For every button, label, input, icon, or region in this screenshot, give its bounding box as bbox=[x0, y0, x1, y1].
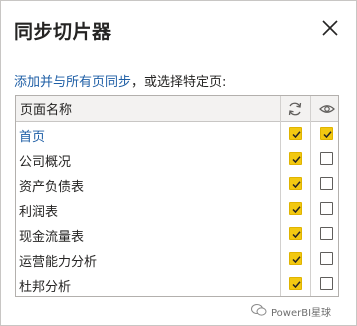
sync-checkbox[interactable] bbox=[289, 152, 302, 165]
sync-checkbox[interactable] bbox=[289, 177, 302, 190]
instruction: 添加并与所有页同步，或选择特定页: bbox=[14, 71, 226, 90]
page-name: 公司概况 bbox=[19, 155, 72, 170]
visible-checkbox[interactable] bbox=[320, 202, 333, 215]
sync-slicers-pane: 同步切片器 添加并与所有页同步，或选择特定页: 页面名称 首页公司概况资产负债表 bbox=[0, 0, 357, 326]
pane-title: 同步切片器 bbox=[14, 21, 112, 43]
visible-checkbox[interactable] bbox=[320, 177, 333, 190]
close-button[interactable] bbox=[319, 17, 341, 39]
table-row: 公司概况 bbox=[16, 147, 338, 172]
visible-checkbox[interactable] bbox=[320, 252, 333, 265]
sync-checkbox[interactable] bbox=[289, 277, 302, 290]
page-name: 资产负债表 bbox=[19, 180, 85, 195]
visible-checkbox[interactable] bbox=[320, 227, 333, 240]
table-row: 运营能力分析 bbox=[16, 247, 338, 272]
page-name: 首页 bbox=[19, 130, 46, 145]
visible-checkbox[interactable] bbox=[320, 152, 333, 165]
sync-checkbox[interactable] bbox=[289, 127, 302, 140]
page-name: 利润表 bbox=[19, 205, 59, 220]
sync-checkbox[interactable] bbox=[289, 252, 302, 265]
instruction-text: ，或选择特定页: bbox=[131, 75, 227, 90]
grid-header: 页面名称 bbox=[16, 96, 338, 122]
sync-all-pages-link[interactable]: 添加并与所有页同步 bbox=[14, 75, 131, 90]
sync-checkbox[interactable] bbox=[289, 202, 302, 215]
wechat-icon bbox=[251, 304, 267, 316]
table-row: 现金流量表 bbox=[16, 222, 338, 247]
column-header-page-name: 页面名称 bbox=[20, 103, 73, 118]
page-name: 运营能力分析 bbox=[19, 255, 98, 270]
pages-grid: 页面名称 首页公司概况资产负债表利润表现金流量表运营能力分析 杜邦分析 bbox=[15, 95, 339, 297]
table-row: 杜邦分析 bbox=[16, 272, 338, 297]
visible-checkbox[interactable] bbox=[320, 277, 333, 290]
page-name: 现金流量表 bbox=[19, 230, 85, 245]
table-row: 首页 bbox=[16, 122, 338, 147]
close-icon[interactable] bbox=[319, 17, 341, 39]
watermark-text: PowerBI星球 bbox=[271, 308, 332, 319]
eye-icon bbox=[319, 105, 335, 113]
visible-checkbox[interactable] bbox=[320, 127, 333, 140]
sync-icon bbox=[288, 102, 302, 116]
page-name: 杜邦分析 bbox=[19, 280, 72, 295]
table-row: 资产负债表 bbox=[16, 172, 338, 197]
table-row: 利润表 bbox=[16, 197, 338, 222]
sync-checkbox[interactable] bbox=[289, 227, 302, 240]
